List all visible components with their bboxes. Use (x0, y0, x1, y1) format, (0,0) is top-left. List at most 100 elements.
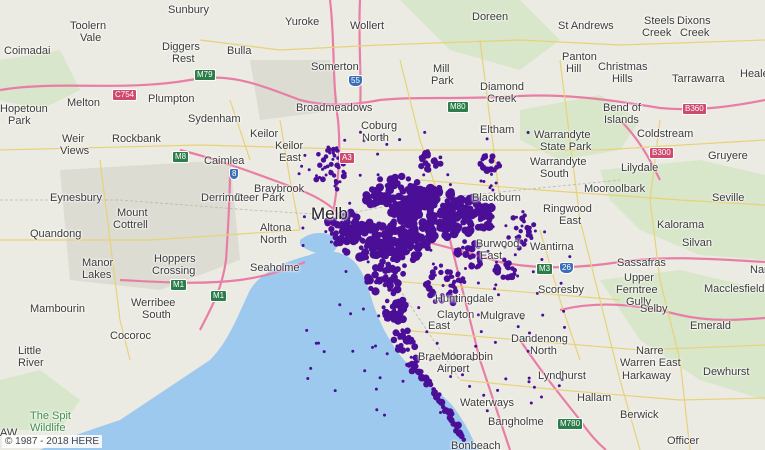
data-point (425, 155, 429, 159)
place-label: Plumpton (148, 93, 195, 105)
place-label: Steels (644, 15, 675, 27)
data-point (518, 229, 523, 234)
data-point (375, 408, 379, 412)
data-point (423, 130, 427, 134)
data-point (468, 384, 472, 388)
data-point (398, 342, 404, 349)
place-label: Keilor (250, 128, 279, 140)
data-point (315, 174, 318, 178)
data-point (377, 176, 384, 183)
data-point (418, 163, 425, 170)
data-point (457, 200, 463, 206)
data-point (328, 226, 335, 233)
place-label: Panton (562, 51, 597, 63)
data-point (361, 307, 365, 311)
data-point (398, 172, 406, 181)
place-label: Wantirna (530, 241, 574, 253)
data-point (322, 350, 326, 354)
data-point (408, 367, 416, 375)
data-point (488, 157, 495, 164)
place-label: South (142, 309, 171, 321)
route-shield: M3 (536, 263, 554, 275)
data-point (448, 183, 452, 187)
data-point (497, 293, 500, 297)
data-point (447, 269, 453, 275)
place-label: Warren East (620, 357, 681, 369)
place-label: Park (431, 75, 454, 87)
data-point (338, 180, 342, 184)
place-label: Eltham (480, 124, 515, 136)
data-point (478, 218, 482, 222)
place-label: Lyndhurst (538, 370, 586, 382)
route-shield: A3 (339, 152, 355, 164)
data-point (543, 230, 547, 234)
data-point (443, 275, 451, 283)
place-label: Toolern (70, 20, 107, 32)
place-label: Bulla (227, 45, 252, 57)
data-point (444, 219, 452, 228)
place-label: Mulgrave (480, 310, 526, 322)
data-point (527, 380, 531, 384)
place-label: Views (60, 145, 90, 157)
data-point (527, 225, 532, 230)
data-point (316, 152, 321, 157)
data-point (331, 157, 335, 161)
data-point (336, 165, 341, 170)
place-label: Wollert (350, 20, 385, 32)
route-shield: B360 (682, 103, 707, 115)
data-point (425, 280, 432, 286)
data-point (391, 236, 397, 243)
data-point (438, 155, 443, 160)
route-shield: M79 (194, 69, 216, 81)
data-point (301, 226, 305, 230)
data-point (320, 157, 327, 163)
data-point (329, 231, 335, 236)
place-label: Mambourin (30, 303, 86, 315)
data-point (349, 312, 353, 316)
place-label: Hill (566, 63, 582, 75)
data-point (449, 375, 453, 378)
data-point (387, 222, 395, 230)
data-point (399, 187, 407, 195)
place-label: Eynesbury (50, 192, 102, 204)
place-label: East (559, 215, 582, 227)
place-label: Airport (437, 363, 470, 375)
place-label: The Spit (30, 410, 71, 422)
data-point (317, 162, 323, 168)
data-point (317, 341, 320, 345)
data-point (439, 411, 442, 414)
place-label: Somerton (311, 61, 359, 73)
data-point (485, 137, 489, 141)
data-point (393, 278, 401, 285)
data-point (374, 344, 377, 348)
data-point (428, 195, 436, 202)
data-point (431, 262, 435, 266)
place-label: Officer (667, 435, 700, 447)
data-point (328, 169, 332, 173)
data-point (343, 138, 347, 142)
data-point (411, 343, 419, 351)
data-point (367, 224, 371, 228)
place-label: Seville (712, 192, 745, 204)
place-label: Mooroolbark (584, 183, 646, 195)
data-point (355, 252, 365, 262)
place-label: Scoresby (538, 284, 584, 296)
data-point (479, 330, 483, 334)
place-label: Manor (82, 257, 114, 269)
data-point (425, 199, 429, 202)
place-label: Derrimut (201, 192, 244, 204)
data-point (445, 211, 449, 215)
place-label: Silvan (682, 237, 712, 249)
place-label: Cottrell (113, 219, 148, 231)
place-label: Yuroke (285, 16, 320, 28)
data-point (376, 191, 385, 200)
data-point (531, 222, 537, 228)
data-point (412, 253, 421, 261)
place-label: Huntingdale (435, 293, 494, 305)
data-point (450, 275, 455, 279)
data-point (529, 401, 533, 405)
map-view[interactable]: Sunbury Yuroke Wollert Doreen St Andrews Stee… (0, 0, 765, 450)
place-label: Weir (62, 133, 85, 145)
place-label: Lilydale (621, 162, 659, 174)
data-point (300, 164, 304, 168)
